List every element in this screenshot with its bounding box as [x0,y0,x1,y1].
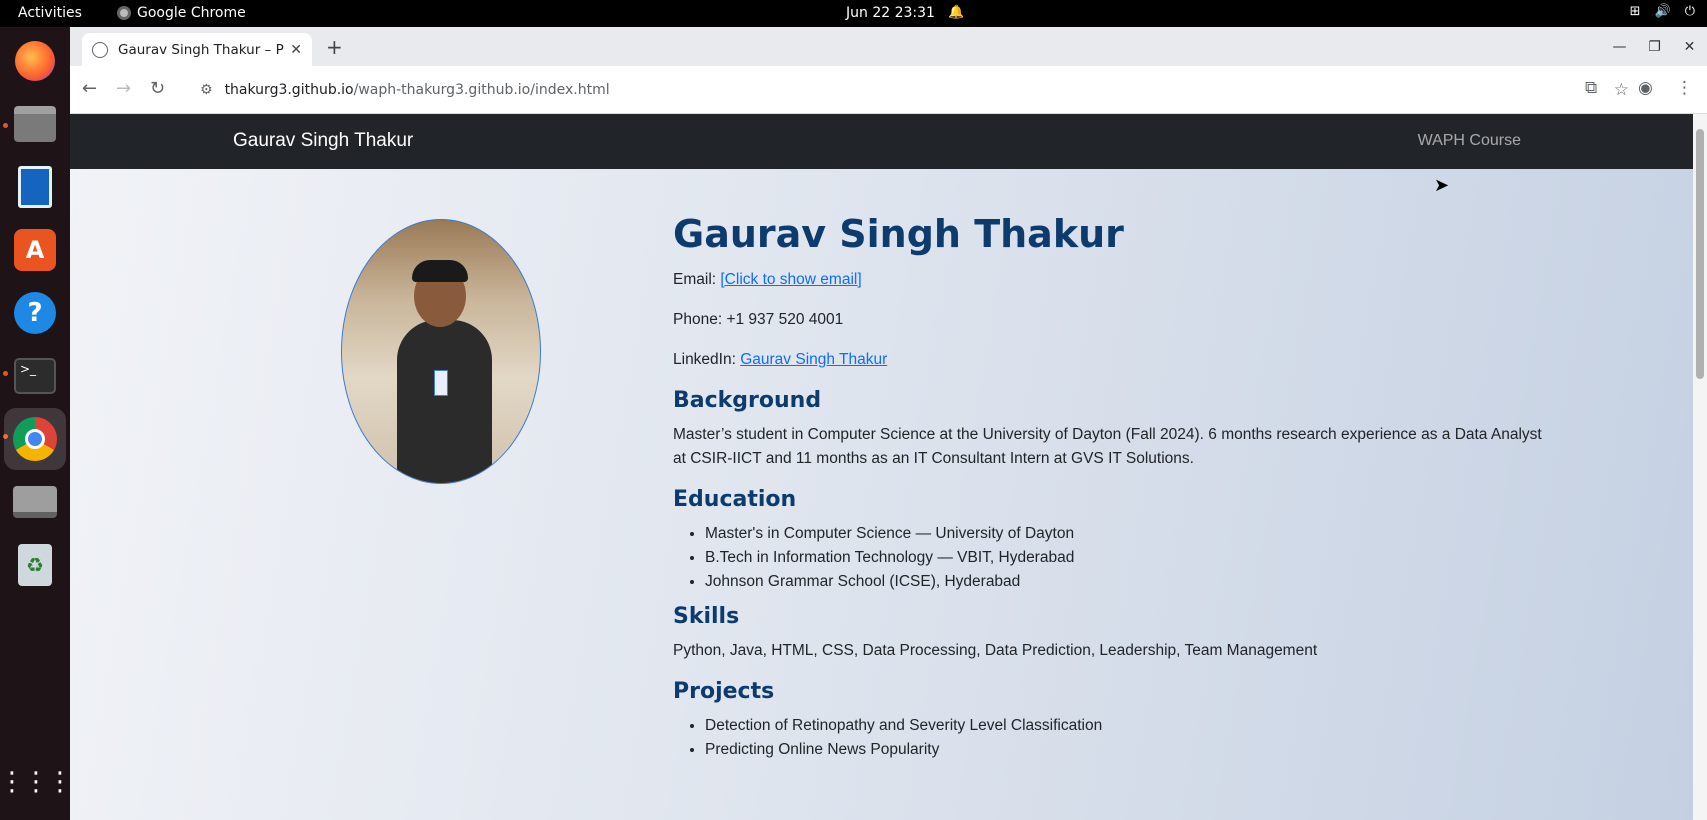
activities-button[interactable]: Activities [18,5,82,21]
tab-title: Gaurav Singh Thakur – Pr [118,41,285,58]
profile-icon[interactable]: ◉ [1638,78,1653,98]
app-menu[interactable]: Google Chrome [117,5,246,21]
education-item: Master's in Computer Science — Universit… [705,522,1553,546]
email-label: Email: [673,271,721,288]
project-item: Detection of Retinopathy and Severity Le… [705,714,1553,738]
maximize-icon[interactable]: ❐ [1637,27,1672,66]
phone-number: +1 937 520 4001 [726,311,844,328]
url-path: /waph-thakurg3.github.io/index.html [353,82,610,98]
url-host: thakurg3.github.io [224,82,354,98]
linkedin-line: LinkedIn: Gaurav Singh Thakur [673,348,1553,372]
browser-toolbar: ← → ↻ ⚙ thakurg3.github.io/waph-thakurg3… [70,66,1707,114]
phone-label: Phone: [673,311,727,328]
skills-heading: Skills [673,604,740,629]
background-heading: Background [673,388,822,413]
app-center-icon[interactable]: A [11,226,59,274]
app-name: Google Chrome [137,5,246,21]
volume-icon: 🔊 [1654,4,1671,19]
mouse-cursor-icon: ➤ [1434,175,1450,196]
terminal-icon[interactable]: >_ [11,352,59,400]
phone-line: Phone: +1 937 520 4001 [673,308,1553,332]
power-icon: ⏻ [1684,4,1695,19]
photo-badge [434,370,448,396]
browser-window: Gaurav Singh Thakur – Pr ✕ + — ❐ ✕ ← → ↻… [70,27,1707,820]
tab-search-icon[interactable]: ⧉ [1585,78,1597,98]
system-top-bar: Activities Google Chrome Jun 22 23:31 🔔 … [0,0,1707,27]
projects-heading: Projects [673,679,775,704]
linkedin-label: LinkedIn: [673,351,741,368]
close-tab-icon[interactable]: ✕ [290,42,302,58]
education-item: B.Tech in Information Technology — VBIT,… [705,546,1553,570]
globe-icon [92,41,108,58]
running-indicator [3,371,8,376]
app-grid-icon[interactable]: ⋮⋮⋮ [0,758,73,806]
project-item: Predicting Online News Popularity [705,738,1553,762]
education-item: Johnson Grammar School (ICSE), Hyderabad [705,570,1553,594]
site-info-icon[interactable]: ⚙ [200,82,213,98]
clock[interactable]: Jun 22 23:31 [846,5,935,21]
show-email-link[interactable]: [Click to show email] [720,271,861,288]
running-indicator [3,123,8,128]
notification-bell-icon: 🔔 [948,5,965,20]
close-window-icon[interactable]: ✕ [1672,27,1707,66]
background-text: Master’s student in Computer Science at … [673,426,1542,467]
trash-icon[interactable]: ♻ [11,541,59,589]
files-icon[interactable] [11,100,59,148]
chrome-dock-icon[interactable] [4,408,66,470]
skills-text: Python, Java, HTML, CSS, Data Processing… [673,642,1318,659]
firefox-icon[interactable] [11,37,59,85]
nav-link-waph-course[interactable]: WAPH Course [1418,132,1521,150]
email-line: Email: [Click to show email] [673,268,1553,292]
network-icon: ⊞ [1629,4,1641,19]
bookmark-star-icon[interactable]: ☆ [1614,80,1629,100]
linkedin-link[interactable]: Gaurav Singh Thakur [740,351,887,368]
projects-list: Detection of Retinopathy and Severity Le… [705,714,1553,762]
profile-name: Gaurav Singh Thakur [673,212,1124,256]
help-icon[interactable]: ? [11,289,59,337]
education-heading: Education [673,487,797,512]
photo-body [397,320,492,483]
page-viewport: Gaurav Singh Thakur WAPH Course Gaurav S… [70,114,1707,820]
education-list: Master's in Computer Science — Universit… [705,522,1553,594]
new-tab-button[interactable]: + [326,35,343,59]
browser-tab[interactable]: Gaurav Singh Thakur – Pr ✕ [82,33,312,66]
system-tray[interactable]: ⊞ 🔊 ⏻ [1630,4,1695,19]
page-scrollbar[interactable] [1693,114,1707,820]
profile-photo [341,219,541,484]
tab-strip: Gaurav Singh Thakur – Pr ✕ + — ❐ ✕ [70,27,1707,66]
navbar-brand[interactable]: Gaurav Singh Thakur [233,130,413,152]
dock: A ? >_ ♻ ⋮⋮⋮ [0,27,73,820]
photo-hair [412,260,468,282]
chrome-icon [117,6,131,20]
address-bar[interactable]: ⚙ thakurg3.github.io/waph-thakurg3.githu… [188,72,1643,108]
reload-icon[interactable]: ↻ [150,78,165,99]
forward-arrow-icon[interactable]: → [116,78,131,99]
window-controls: — ❐ ✕ [1602,27,1707,66]
minimize-icon[interactable]: — [1602,27,1637,66]
profile-content: Gaurav Singh Thakur Email: [Click to sho… [673,212,1553,772]
back-arrow-icon[interactable]: ← [82,78,97,99]
menu-icon[interactable]: ⋮ [1676,78,1693,98]
drive-icon[interactable] [11,478,59,526]
writer-icon[interactable] [11,163,59,211]
site-navbar: Gaurav Singh Thakur WAPH Course [70,114,1693,169]
scrollbar-thumb[interactable] [1696,129,1704,379]
